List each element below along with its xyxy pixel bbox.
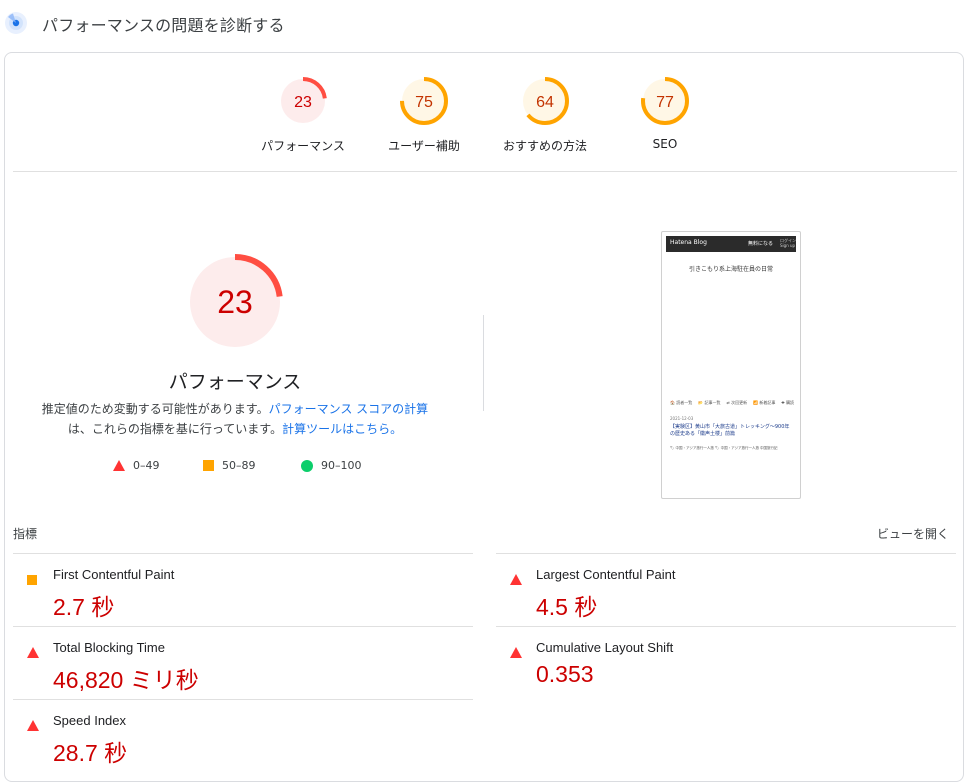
gauge-best-practices-ring: 64: [521, 77, 569, 125]
legend-pass: 90–100: [301, 459, 362, 472]
legend-fail: 0–49: [113, 459, 160, 472]
fail-triangle-icon: [27, 643, 39, 662]
thumb-logo: Hatena Blog: [670, 239, 707, 246]
gauge-label: ユーザー補助: [388, 139, 460, 153]
gauge-score: 75: [415, 94, 433, 111]
legend-fail-label: 0–49: [133, 459, 160, 472]
metric-name: Largest Contentful Paint: [536, 567, 676, 582]
metric-value: 0.353: [536, 661, 594, 687]
thumb-nav-item: ⇄ 次回更新: [726, 400, 748, 405]
vertical-divider: [483, 315, 484, 411]
desc-text-2: は、これらの指標を基に行っています。: [67, 422, 283, 436]
gauge-seo[interactable]: 77 SEO: [605, 75, 725, 151]
legend-pass-label: 90–100: [321, 459, 362, 472]
category-gauges: 23 パフォーマンス 75 ユーザー補助 64 おすすめの方法 77 SEO: [5, 53, 965, 171]
metric-value: 2.7 秒: [53, 594, 115, 620]
metric-value: 46,820 ミリ秒: [53, 667, 199, 693]
score-calc-link[interactable]: パフォーマンス スコアの計算: [269, 402, 429, 416]
thumb-login: ログイン Sign up: [780, 238, 796, 248]
report-card: 23 パフォーマンス 75 ユーザー補助 64 おすすめの方法 77 SEO 2…: [4, 52, 964, 782]
gauge-score: 64: [536, 94, 554, 111]
thumb-nav-item: 🏠 読者一覧: [670, 400, 693, 405]
metrics-label: 指標: [13, 527, 38, 541]
average-square-icon: [27, 570, 37, 589]
metric-name: Cumulative Layout Shift: [536, 640, 674, 655]
performance-gauge-large: 23: [187, 254, 283, 350]
metric-tbt: Total Blocking Time 46,820 ミリ秒: [13, 626, 473, 699]
gauge-score: 23: [294, 94, 312, 111]
thumb-button: 無料になる: [748, 241, 774, 247]
metric-lcp: Largest Contentful Paint 4.5 秒: [496, 553, 956, 626]
fail-triangle-icon: [27, 716, 39, 735]
page-screenshot-thumbnail: Hatena Blog 無料になる ログイン Sign up 引きこもり系上海駐…: [661, 231, 801, 499]
metrics-header: 指標 ビューを開く: [13, 525, 957, 545]
gauge-label: おすすめの方法: [502, 139, 587, 153]
fail-triangle-icon: [510, 643, 522, 662]
thumb-tags: 🏷 中国・アジア旅行一人旅 🏷 中国・アジア旅行一人旅 中国旅行記: [670, 446, 778, 450]
thumb-header: Hatena Blog 無料になる ログイン Sign up: [666, 236, 796, 252]
metric-name: Speed Index: [53, 713, 127, 728]
section-divider: [13, 171, 957, 172]
gauge-performance[interactable]: 23 パフォーマンス: [243, 75, 363, 154]
gauge-performance-ring: 23: [279, 77, 327, 125]
pass-circle-icon: [301, 459, 313, 472]
thumb-nav-item: 📂 記事一覧: [698, 400, 721, 405]
calculator-link[interactable]: 計算ツールはこちら。: [282, 422, 402, 436]
metric-value: 4.5 秒: [536, 594, 598, 620]
page-title: パフォーマンスの問題を診断する: [42, 16, 285, 35]
metric-name: Total Blocking Time: [53, 640, 165, 655]
score-legend: 0–49 50–89 90–100: [5, 459, 465, 479]
lighthouse-icon: [5, 12, 27, 34]
metric-cls: Cumulative Layout Shift 0.353: [496, 626, 956, 699]
desc-text-1: 推定値のため変動する可能性があります。: [41, 402, 269, 416]
gauge-label: パフォーマンス: [261, 139, 345, 153]
thumb-nav-item: 📶 新着記事: [753, 400, 776, 405]
thumb-nav-item: ✚ 購読: [781, 400, 794, 405]
fail-triangle-icon: [113, 460, 125, 471]
metric-value: 28.7 秒: [53, 740, 128, 766]
metric-fcp: First Contentful Paint 2.7 秒: [13, 553, 473, 626]
performance-title: パフォーマンス: [168, 371, 302, 393]
metrics-right-column: Largest Contentful Paint 4.5 秒 Cumulativ…: [496, 553, 956, 699]
performance-score: 23: [217, 284, 253, 320]
thumb-nav: 🏠 読者一覧 📂 記事一覧 ⇄ 次回更新 📶 新着記事 ✚ 購読: [670, 400, 794, 406]
gauge-label: SEO: [652, 137, 678, 151]
gauge-seo-ring: 77: [641, 77, 689, 125]
gauge-best-practices[interactable]: 64 おすすめの方法: [485, 75, 605, 154]
legend-average: 50–89: [203, 459, 256, 472]
metric-name: First Contentful Paint: [53, 567, 175, 582]
metric-si: Speed Index 28.7 秒: [13, 699, 473, 772]
score-description: 推定値のため変動する可能性があります。パフォーマンス スコアの計算は、これらの指…: [35, 399, 435, 439]
average-square-icon: [203, 460, 214, 471]
gauge-accessibility[interactable]: 75 ユーザー補助: [364, 75, 484, 154]
thumb-post-title: 【実験区】黄山市「大旅古道」トレッキング～900年の歴史ある「徽声土楼」前篇: [670, 424, 790, 437]
gauge-score: 77: [656, 94, 674, 111]
header-bar: パフォーマンスの問題を診断する: [0, 0, 969, 48]
legend-average-label: 50–89: [222, 459, 256, 472]
thumb-date: 2021-12-03: [670, 416, 694, 421]
performance-summary: 23 パフォーマンス 推定値のため変動する可能性があります。パフォーマンス スコ…: [5, 253, 465, 493]
metrics-left-column: First Contentful Paint 2.7 秒 Total Block…: [13, 553, 473, 772]
expand-view-toggle[interactable]: ビューを開く: [877, 525, 949, 542]
fail-triangle-icon: [510, 570, 522, 589]
thumb-blog-title: 引きこもり系上海駐在員の日常: [688, 266, 773, 273]
gauge-accessibility-ring: 75: [400, 77, 448, 125]
